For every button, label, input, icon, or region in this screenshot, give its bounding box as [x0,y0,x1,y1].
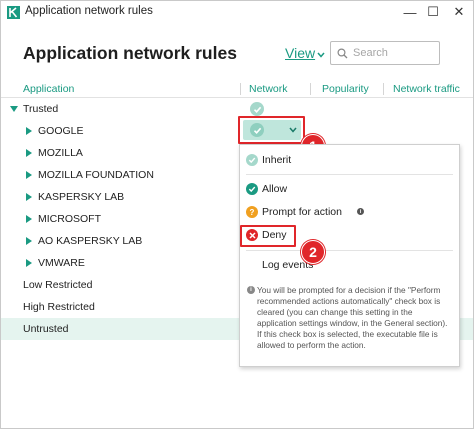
collapse-arrow-icon[interactable] [26,193,32,201]
column-divider [310,83,311,95]
column-divider [383,83,384,95]
column-header-network-traffic[interactable]: Network traffic [393,83,460,95]
maximize-button[interactable]: ☐ [421,1,445,23]
menu-item-prompt[interactable]: ? Prompt for action i [240,201,459,223]
question-icon: ? [246,206,258,218]
app-label: AO KASPERSKY LAB [38,235,143,247]
menu-item-allow[interactable]: Allow [240,178,459,200]
collapse-arrow-icon[interactable] [26,171,32,179]
column-header-popularity[interactable]: Popularity [322,83,369,95]
expand-arrow-icon[interactable] [10,106,18,112]
group-label: Trusted [23,103,59,115]
window-title: Application network rules [25,5,153,17]
menu-divider [246,250,453,251]
prompt-help-note: i You will be prompted for a decision if… [247,285,453,351]
highlight-box-step1 [238,116,305,144]
check-icon [246,154,258,166]
search-input[interactable] [353,47,433,59]
highlight-box-step2 [240,225,296,247]
search-box[interactable] [330,41,440,65]
collapse-arrow-icon[interactable] [26,215,32,223]
menu-item-inherit[interactable]: Inherit [240,149,459,171]
chevron-down-icon [317,52,325,58]
menu-divider [246,174,453,175]
group-row-trusted[interactable]: Trusted [1,98,473,120]
title-bar: Application network rules — ☐ ✕ [1,1,473,23]
app-label: MICROSOFT [38,213,101,225]
minimize-button[interactable]: — [398,1,422,23]
check-icon [246,183,258,195]
page-title: Application network rules [23,43,237,63]
group-label: High Restricted [23,301,95,313]
menu-item-label: Inherit [262,154,292,166]
collapse-arrow-icon[interactable] [26,149,32,157]
info-icon[interactable]: i [357,208,364,215]
group-label: Low Restricted [23,279,93,291]
group-label: Untrusted [23,323,69,335]
check-icon[interactable] [250,102,264,116]
kaspersky-logo-icon [7,6,20,19]
app-label: VMWARE [38,257,85,269]
collapse-arrow-icon[interactable] [26,237,32,245]
search-icon [337,47,348,58]
menu-item-label: Allow [262,183,288,195]
note-text: You will be prompted for a decision if t… [257,285,448,350]
step-badge-2: 2 [301,240,325,264]
app-label: MOZILLA FOUNDATION [38,169,154,181]
column-header-application[interactable]: Application [23,83,74,95]
collapse-arrow-icon[interactable] [26,259,32,267]
menu-item-label: Prompt for action [262,206,342,218]
info-icon: i [247,286,255,294]
app-label: KASPERSKY LAB [38,191,125,203]
menu-item-log-events[interactable]: Log events [240,254,459,276]
app-label: MOZILLA [38,147,83,159]
view-menu-link[interactable]: View [285,45,325,61]
view-label: View [285,45,316,61]
column-header-network[interactable]: Network [249,83,288,95]
collapse-arrow-icon[interactable] [26,127,32,135]
network-rule-menu: Inherit Allow ? Prompt for action i Deny… [239,144,460,367]
app-label: GOOGLE [38,125,84,137]
column-divider [240,83,241,95]
app-row[interactable]: GOOGLE [1,120,473,142]
app-window: Application network rules — ☐ ✕ Applicat… [0,0,474,429]
close-button[interactable]: ✕ [447,1,471,23]
